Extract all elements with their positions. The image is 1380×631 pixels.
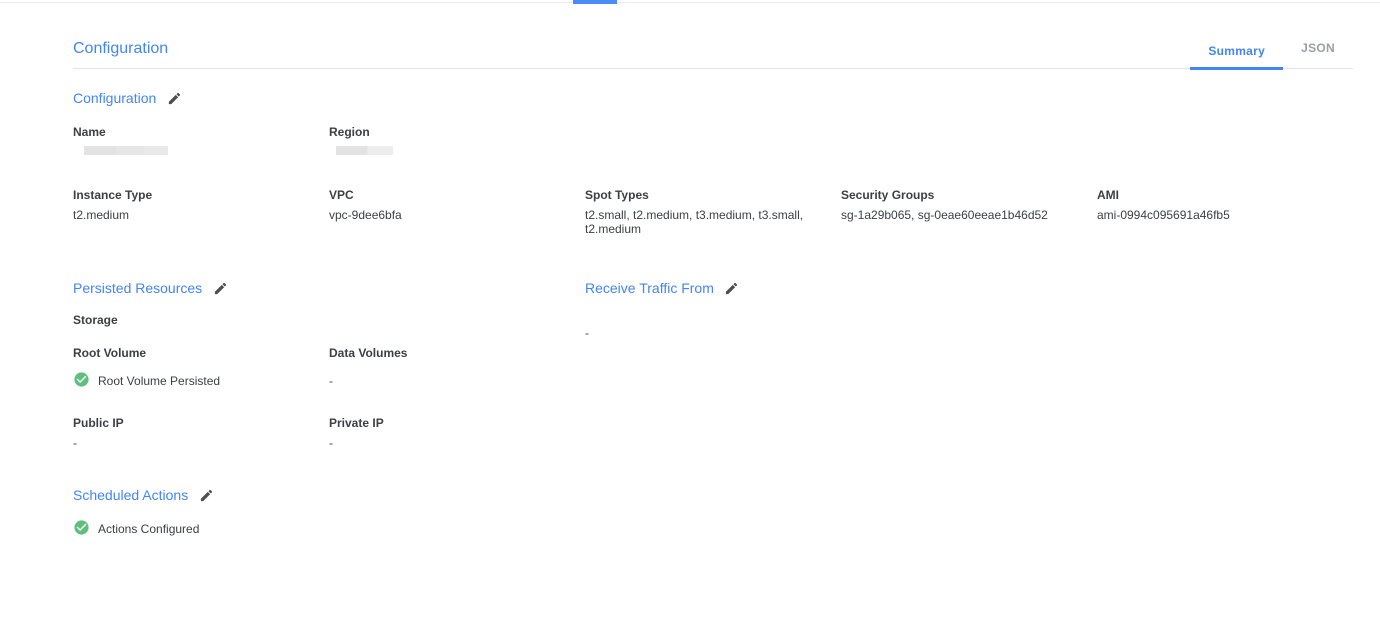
receive-traffic-title-row: Receive Traffic From (585, 280, 1353, 296)
root-volume-status: Root Volume Persisted (73, 373, 329, 390)
field-region-redacted-value (336, 146, 393, 155)
field-spot-types-label: Spot Types (585, 188, 841, 202)
configuration-fields-row1: Name Region (73, 125, 1380, 155)
section-persisted-resources: Persisted Resources Storage Root Volume … (73, 280, 585, 450)
active-tab-indicator (573, 0, 617, 4)
field-region: Region (329, 125, 585, 155)
field-region-label: Region (329, 125, 585, 139)
configuration-title-row: Configuration (73, 90, 1380, 106)
field-instance-type: Instance Type t2.medium (73, 188, 329, 236)
scheduled-actions-title-row: Scheduled Actions (73, 487, 1380, 503)
section-receive-traffic-from: Receive Traffic From - (585, 280, 1353, 450)
check-circle-icon (73, 519, 90, 541)
field-vpc: VPC vpc-9dee6bfa (329, 188, 585, 236)
ip-row: Public IP - Private IP - (73, 416, 585, 450)
field-name-label: Name (73, 125, 329, 139)
field-vpc-label: VPC (329, 188, 585, 202)
edit-pencil-icon (199, 488, 214, 503)
edit-receive-traffic-button[interactable] (724, 280, 740, 296)
edit-scheduled-actions-button[interactable] (198, 487, 214, 503)
edit-pencil-icon (167, 91, 182, 106)
storage-subheading: Storage (73, 313, 585, 327)
field-data-volumes-value: - (329, 373, 585, 390)
field-public-ip: Public IP - (73, 416, 329, 450)
top-divider (0, 2, 1380, 3)
field-public-ip-label: Public IP (73, 416, 329, 430)
field-root-volume-label: Root Volume (73, 346, 329, 360)
scheduled-actions-status-text: Actions Configured (98, 521, 199, 538)
check-circle-icon (73, 371, 90, 393)
section-configuration: Configuration Name Region Instance Type … (73, 90, 1380, 236)
field-private-ip: Private IP - (329, 416, 585, 450)
field-security-groups: Security Groups sg-1a29b065, sg-0eae60ee… (841, 188, 1097, 236)
section-scheduled-actions: Scheduled Actions Actions Configured (73, 487, 1380, 538)
field-spot-types-value: t2.small, t2.medium, t3.medium, t3.small… (585, 208, 841, 236)
field-data-volumes-label: Data Volumes (329, 346, 585, 360)
volumes-row: Root Volume Root Volume Persisted Data V… (73, 346, 585, 390)
field-ami-label: AMI (1097, 188, 1353, 202)
field-security-groups-value: sg-1a29b065, sg-0eae60eeae1b46d52 (841, 208, 1097, 222)
persisted-resources-title-row: Persisted Resources (73, 280, 585, 296)
field-root-volume: Root Volume Root Volume Persisted (73, 346, 329, 390)
field-security-groups-label: Security Groups (841, 188, 1097, 202)
field-ami: AMI ami-0994c095691a46fb5 (1097, 188, 1353, 236)
top-tab-strip (0, 0, 1380, 4)
receive-traffic-value: - (585, 326, 1353, 340)
tab-summary[interactable]: Summary (1190, 44, 1283, 70)
field-private-ip-label: Private IP (329, 416, 585, 430)
edit-persisted-resources-button[interactable] (212, 280, 228, 296)
page-header: Configuration Summary JSON (73, 4, 1353, 69)
view-tabs: Summary JSON (1190, 41, 1353, 68)
field-instance-type-value: t2.medium (73, 208, 329, 222)
field-private-ip-value: - (329, 436, 585, 450)
scheduled-actions-status: Actions Configured (73, 521, 1380, 538)
edit-pencil-icon (213, 281, 228, 296)
configuration-fields-row2: Instance Type t2.medium VPC vpc-9dee6bfa… (73, 188, 1380, 236)
field-vpc-value: vpc-9dee6bfa (329, 208, 585, 222)
receive-traffic-section-title: Receive Traffic From (585, 280, 714, 296)
field-ami-value: ami-0994c095691a46fb5 (1097, 208, 1353, 222)
field-instance-type-label: Instance Type (73, 188, 329, 202)
field-data-volumes: Data Volumes - (329, 346, 585, 390)
field-name-redacted-value (84, 146, 168, 155)
scheduled-actions-section-title: Scheduled Actions (73, 487, 188, 503)
field-spot-types: Spot Types t2.small, t2.medium, t3.mediu… (585, 188, 841, 236)
middle-sections-row: Persisted Resources Storage Root Volume … (73, 280, 1380, 450)
persisted-resources-section-title: Persisted Resources (73, 280, 202, 296)
content: Configuration Name Region Instance Type … (0, 90, 1380, 538)
tab-json[interactable]: JSON (1283, 41, 1353, 68)
field-name: Name (73, 125, 329, 155)
configuration-section-title: Configuration (73, 90, 156, 106)
root-volume-status-text: Root Volume Persisted (98, 373, 220, 390)
edit-configuration-button[interactable] (166, 90, 182, 106)
field-public-ip-value: - (73, 436, 329, 450)
page-title: Configuration (73, 40, 168, 68)
edit-pencil-icon (724, 281, 739, 296)
